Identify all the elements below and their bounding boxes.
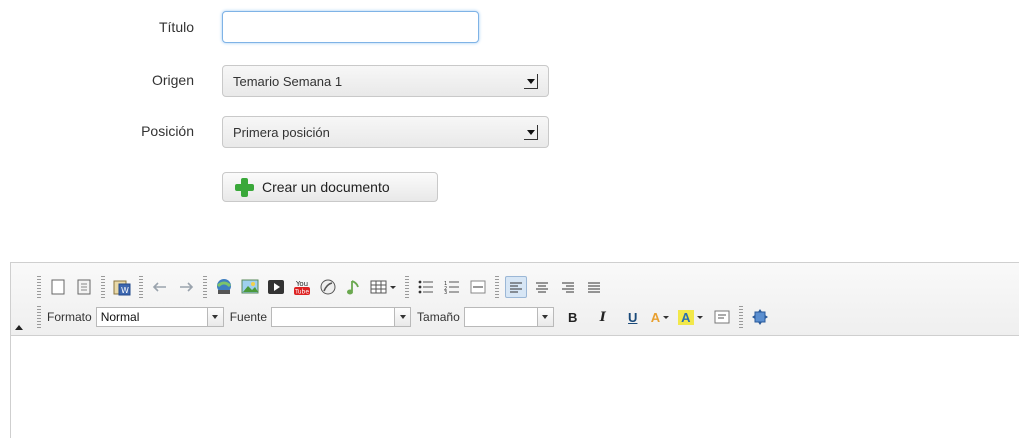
toolbar-grip: [738, 306, 743, 328]
table-icon[interactable]: [369, 276, 399, 298]
posicion-select[interactable]: Primera posición: [222, 116, 549, 148]
posicion-label: Posición: [141, 123, 194, 139]
titulo-label: Título: [158, 19, 194, 35]
align-right-icon[interactable]: [557, 276, 579, 298]
tamano-label: Tamaño: [417, 310, 460, 324]
youtube-icon[interactable]: You Tube: [291, 276, 313, 298]
formato-value: Normal: [100, 310, 140, 324]
toolbar-grip: [139, 276, 143, 298]
new-page-icon[interactable]: [47, 276, 69, 298]
plus-icon: [235, 177, 254, 197]
toolbar-row-2: Formato Normal Fuente Tamaño B I U A A: [33, 305, 773, 329]
numbered-list-icon[interactable]: 123: [441, 276, 463, 298]
rich-text-editor: W You Tube 1 2 3 Formato Normal Fuente T…: [10, 262, 1019, 439]
titulo-input[interactable]: [222, 11, 479, 43]
paste-from-word-icon[interactable]: W: [111, 276, 133, 298]
toolbar-row-1: W You Tube 1 2 3: [33, 274, 607, 300]
horizontal-rule-icon[interactable]: [467, 276, 489, 298]
create-document-button[interactable]: Crear un documento: [222, 172, 438, 202]
underline-button[interactable]: U: [621, 307, 645, 327]
origen-label: Origen: [151, 72, 194, 88]
editor-content-area[interactable]: [11, 337, 1019, 439]
audio-icon[interactable]: [343, 276, 365, 298]
bold-button[interactable]: B: [561, 307, 585, 327]
toolbar-grip: [405, 276, 409, 298]
redo-icon[interactable]: [175, 276, 197, 298]
image-icon[interactable]: [239, 276, 261, 298]
text-color-icon: A: [650, 309, 661, 325]
link-icon[interactable]: [213, 276, 235, 298]
youtube-label-top: You: [295, 280, 308, 288]
bulleted-list-icon[interactable]: [415, 276, 437, 298]
fuente-dropdown-icon[interactable]: [395, 307, 412, 327]
tamano-combo[interactable]: [463, 307, 538, 327]
tamano-dropdown-icon[interactable]: [537, 307, 554, 327]
maximize-icon[interactable]: [749, 306, 771, 328]
chevron-down-icon: [524, 125, 538, 140]
origen-select[interactable]: Temario Semana 1: [222, 65, 549, 97]
flash-icon[interactable]: [317, 276, 339, 298]
toolbar-grip: [37, 276, 41, 298]
chevron-down-icon: [524, 74, 538, 89]
svg-text:W: W: [121, 286, 129, 295]
youtube-label-bottom: Tube: [294, 289, 309, 296]
fuente-label: Fuente: [229, 310, 268, 324]
background-color-icon: A: [678, 309, 694, 325]
editor-toolbar: W You Tube 1 2 3 Formato Normal Fuente T…: [11, 263, 1019, 336]
video-icon[interactable]: [265, 276, 287, 298]
justify-icon[interactable]: [583, 276, 605, 298]
posicion-select-value: Primera posición: [233, 125, 330, 140]
origen-select-value: Temario Semana 1: [233, 74, 343, 89]
italic-button[interactable]: I: [591, 307, 615, 327]
toolbar-grip: [203, 276, 207, 298]
remove-format-icon[interactable]: [711, 306, 733, 328]
formato-dropdown-icon[interactable]: [207, 307, 224, 327]
toolbar-grip: [495, 276, 499, 298]
fuente-combo[interactable]: [271, 307, 396, 327]
undo-icon[interactable]: [149, 276, 171, 298]
templates-icon[interactable]: [73, 276, 95, 298]
align-center-icon[interactable]: [531, 276, 553, 298]
formato-label: Formato: [47, 310, 92, 324]
align-left-icon[interactable]: [505, 276, 527, 298]
formato-combo[interactable]: Normal: [95, 307, 208, 327]
text-color-button[interactable]: A: [651, 307, 672, 327]
background-color-button[interactable]: A: [678, 307, 705, 327]
collapse-toolbar-icon[interactable]: [15, 325, 23, 330]
toolbar-grip: [101, 276, 105, 298]
toolbar-grip: [37, 306, 41, 328]
create-document-label: Crear un documento: [262, 179, 390, 195]
svg-text:3: 3: [444, 290, 447, 294]
